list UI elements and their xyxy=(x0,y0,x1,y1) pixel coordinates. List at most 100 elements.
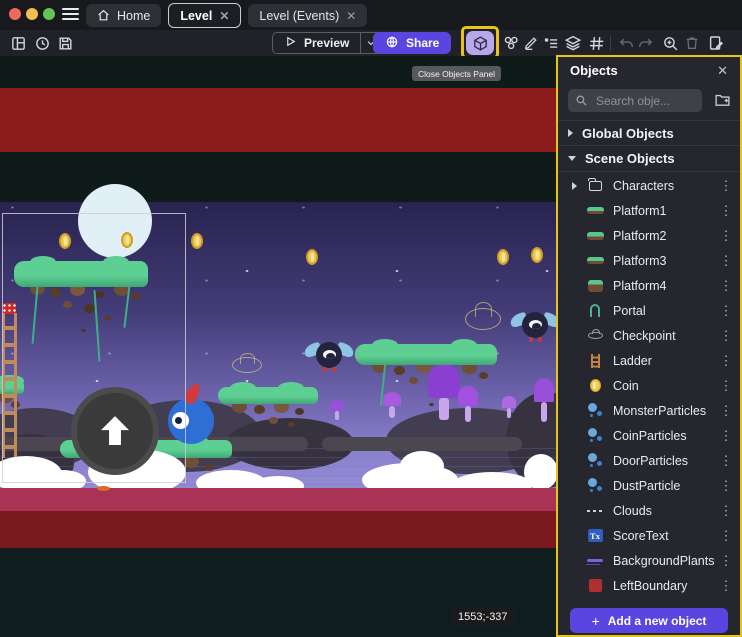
chevron-right-icon xyxy=(572,182,577,190)
section-scene-objects[interactable]: Scene Objects xyxy=(558,146,740,172)
close-icon[interactable]: ✕ xyxy=(717,63,728,79)
window-zoom-button[interactable] xyxy=(43,8,55,20)
edit-pencil-icon[interactable] xyxy=(521,33,541,53)
coin-object[interactable] xyxy=(306,249,318,265)
main-menu-icon[interactable] xyxy=(62,8,79,21)
particles-icon xyxy=(587,403,604,418)
share-button[interactable]: Share xyxy=(373,32,451,54)
tab-home[interactable]: Home xyxy=(86,4,161,27)
platform-object[interactable] xyxy=(218,387,318,404)
blue-monster-object[interactable] xyxy=(168,398,214,444)
moon-object[interactable] xyxy=(78,184,152,258)
platform-object[interactable] xyxy=(14,261,148,287)
cloud xyxy=(400,451,444,481)
item-menu-icon[interactable]: ⋮ xyxy=(718,303,734,319)
save-icon[interactable] xyxy=(55,33,75,53)
object-item-backgroundplants[interactable]: BackgroundPlants ⋮ xyxy=(558,548,740,573)
item-menu-icon[interactable]: ⋮ xyxy=(718,528,734,544)
edit-scene-icon[interactable] xyxy=(707,33,727,53)
search-input[interactable] xyxy=(594,93,695,109)
tab-level[interactable]: Level ✕ xyxy=(168,3,241,28)
object-groups-icon[interactable] xyxy=(501,33,521,53)
object-item-monsterparticles[interactable]: MonsterParticles ⋮ xyxy=(558,398,740,423)
object-item-coinparticles[interactable]: CoinParticles ⋮ xyxy=(558,423,740,448)
object-item-scoretext[interactable]: Tx ScoreText ⋮ xyxy=(558,523,740,548)
item-menu-icon[interactable]: ⋮ xyxy=(718,428,734,444)
object-item-portal[interactable]: Portal ⋮ xyxy=(558,298,740,323)
gdevelop-window: Home Level ✕ Level (Events) ✕ Preview xyxy=(0,0,742,637)
object-item-clouds[interactable]: Clouds ⋮ xyxy=(558,498,740,523)
search-box[interactable] xyxy=(568,89,702,112)
coin-icon xyxy=(590,379,601,392)
layers-icon[interactable] xyxy=(563,33,583,53)
object-item-dustparticle[interactable]: DustParticle ⋮ xyxy=(558,473,740,498)
text-object-icon: Tx xyxy=(588,529,603,542)
instance-properties-icon[interactable] xyxy=(541,33,561,53)
search-icon xyxy=(575,94,588,107)
coin-object[interactable] xyxy=(121,232,133,248)
objects-list: Characters ⋮ Platform1 ⋮ Platform2 ⋮ Pla… xyxy=(558,173,740,598)
object-item-doorparticles[interactable]: DoorParticles ⋮ xyxy=(558,448,740,473)
item-menu-icon[interactable]: ⋮ xyxy=(718,478,734,494)
item-menu-icon[interactable]: ⋮ xyxy=(718,353,734,369)
tab-level-events[interactable]: Level (Events) ✕ xyxy=(248,4,367,27)
platform-object[interactable] xyxy=(355,344,497,365)
platform-thumbnail-icon xyxy=(587,232,604,240)
mushroom xyxy=(502,396,516,418)
globe-icon xyxy=(385,35,399,52)
item-menu-icon[interactable]: ⋮ xyxy=(718,378,734,394)
red-square-icon xyxy=(589,579,602,592)
grid-icon[interactable] xyxy=(586,33,606,53)
object-item-platform1[interactable]: Platform1 ⋮ xyxy=(558,198,740,223)
tab-bar: Home Level ✕ Level (Events) ✕ xyxy=(0,0,742,30)
object-item-ladder[interactable]: Ladder ⋮ xyxy=(558,348,740,373)
window-close-button[interactable] xyxy=(9,8,21,20)
home-icon xyxy=(97,9,110,22)
history-icon[interactable] xyxy=(32,33,52,53)
item-menu-icon[interactable]: ⋮ xyxy=(718,228,734,244)
object-item-characters[interactable]: Characters ⋮ xyxy=(558,173,740,198)
add-folder-icon[interactable] xyxy=(714,91,731,113)
object-item-checkpoint[interactable]: Checkpoint ⋮ xyxy=(558,323,740,348)
delete-icon[interactable] xyxy=(682,33,702,53)
preview-button[interactable]: Preview xyxy=(272,32,382,54)
window-minimize-button[interactable] xyxy=(26,8,38,20)
section-global-objects[interactable]: Global Objects xyxy=(558,120,740,146)
portal-arch-icon xyxy=(590,304,600,317)
object-item-platform2[interactable]: Platform2 ⋮ xyxy=(558,223,740,248)
object-item-coin[interactable]: Coin ⋮ xyxy=(558,373,740,398)
item-menu-icon[interactable]: ⋮ xyxy=(718,403,734,419)
bat-monster-object[interactable] xyxy=(512,312,558,346)
mushroom xyxy=(458,386,478,422)
coin-object[interactable] xyxy=(191,233,203,249)
item-menu-icon[interactable]: ⋮ xyxy=(718,203,734,219)
undo-icon[interactable] xyxy=(616,33,636,53)
item-menu-icon[interactable]: ⋮ xyxy=(718,503,734,519)
item-menu-icon[interactable]: ⋮ xyxy=(718,453,734,469)
object-item-platform3[interactable]: Platform3 ⋮ xyxy=(558,248,740,273)
item-menu-icon[interactable]: ⋮ xyxy=(718,578,734,594)
redo-icon[interactable] xyxy=(635,33,655,53)
object-item-platform4[interactable]: Platform4 ⋮ xyxy=(558,273,740,298)
objects-cube-icon xyxy=(472,35,489,52)
coin-object[interactable] xyxy=(59,233,71,249)
jump-control-object[interactable] xyxy=(71,387,159,475)
item-menu-icon[interactable]: ⋮ xyxy=(718,553,734,569)
coin-object[interactable] xyxy=(497,249,509,265)
objects-panel-toggle-button[interactable] xyxy=(466,31,494,55)
object-item-leftboundary[interactable]: LeftBoundary ⋮ xyxy=(558,573,740,598)
item-menu-icon[interactable]: ⋮ xyxy=(718,253,734,269)
tab-close-icon[interactable]: ✕ xyxy=(219,10,229,22)
item-menu-icon[interactable]: ⋮ xyxy=(718,278,734,294)
item-menu-icon[interactable]: ⋮ xyxy=(718,178,734,194)
layout-panels-icon[interactable] xyxy=(8,33,28,53)
item-menu-icon[interactable]: ⋮ xyxy=(718,328,734,344)
cursor-coordinates-badge: 1553;-337 xyxy=(452,607,514,626)
add-new-object-button[interactable]: + Add a new object xyxy=(570,608,728,633)
bat-monster-object[interactable] xyxy=(306,342,352,376)
tab-close-icon[interactable]: ✕ xyxy=(346,10,356,22)
ladder-object[interactable] xyxy=(2,313,17,458)
preview-label: Preview xyxy=(304,36,349,50)
zoom-in-icon[interactable] xyxy=(660,33,680,53)
coin-object[interactable] xyxy=(531,247,543,263)
